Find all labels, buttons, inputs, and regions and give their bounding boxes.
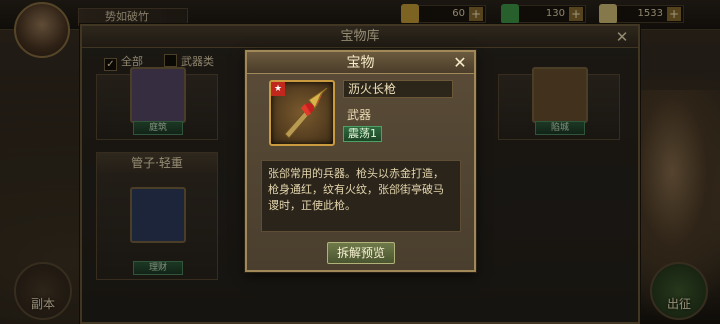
item-type: 武器 <box>347 108 372 122</box>
item-icon-frame: ★ <box>269 80 335 146</box>
treasure-detail-popup: 宝物 ✕ ★ 沥火长枪 武器 震荡1 张郃常用的兵器。枪头以赤金打造，枪身通红，… <box>245 50 476 272</box>
item-name: 沥火长枪 <box>343 80 453 98</box>
item-level-badge: 震荡1 <box>343 126 382 142</box>
rank-badge-icon: ★ <box>271 82 285 96</box>
popup-close-button[interactable]: ✕ <box>450 53 470 73</box>
popup-title: 宝物 <box>346 55 375 71</box>
item-description: 张郃常用的兵器。枪头以赤金打造，枪身通红，纹有火纹，张郃街亭破马谡时，正使此枪。 <box>261 160 461 232</box>
popup-header: 宝物 ✕ <box>247 52 474 74</box>
disassemble-preview-button[interactable]: 拆解预览 <box>327 242 395 264</box>
